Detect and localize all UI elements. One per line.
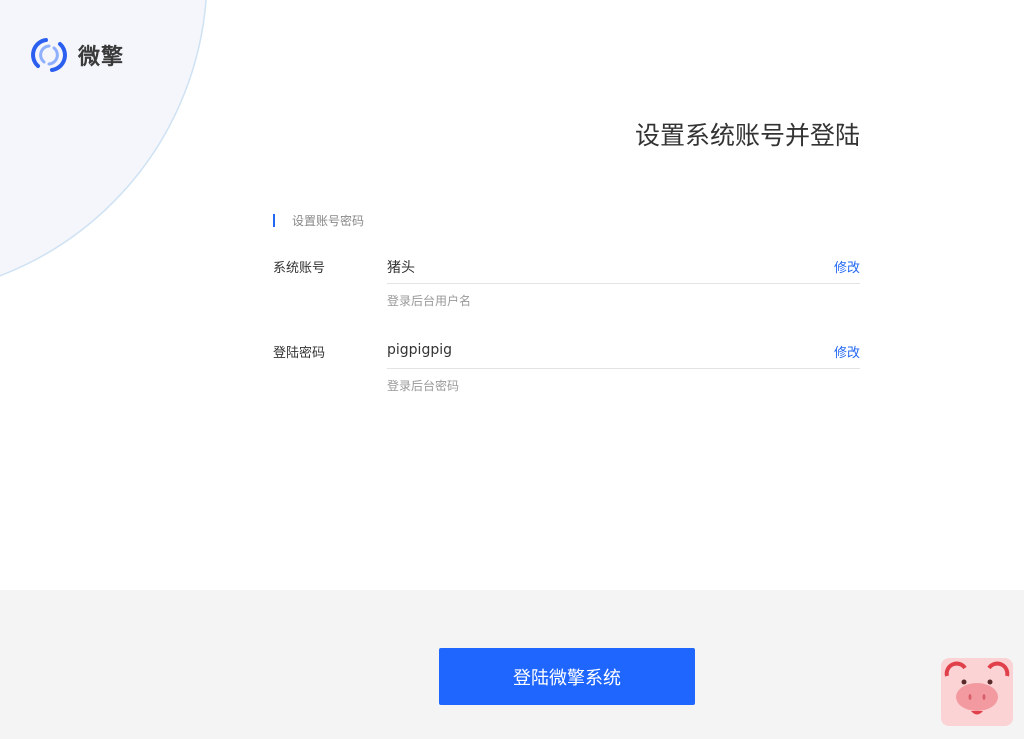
account-field: 系统账号 猪头 修改 登录后台用户名 <box>273 257 860 308</box>
field-hint: 登录后台用户名 <box>387 294 472 308</box>
field-value: 猪头 <box>387 260 415 276</box>
field-hint: 登录后台密码 <box>387 379 460 393</box>
swirl-logo-icon <box>31 38 67 72</box>
divider <box>387 368 860 369</box>
divider <box>387 283 860 284</box>
field-value: pigpigpig <box>387 342 452 358</box>
section-title: 设置账号密码 <box>292 214 365 228</box>
field-label: 系统账号 <box>273 261 326 276</box>
brand-name: 微擎 <box>78 45 125 70</box>
edit-password-link[interactable]: 修改 <box>834 342 860 361</box>
password-field: 登陆密码 pigpigpig 修改 登录后台密码 <box>273 342 860 393</box>
page-title: 设置系统账号并登陆 <box>634 121 860 150</box>
brand-logo: 微擎 <box>30 36 124 74</box>
section-accent-bar <box>273 214 275 227</box>
field-label: 登陆密码 <box>273 346 326 361</box>
pig-mascot-icon[interactable] <box>941 658 1013 726</box>
section-header: 设置账号密码 <box>273 212 364 229</box>
edit-account-link[interactable]: 修改 <box>834 257 860 276</box>
login-button[interactable]: 登陆微擎系统 <box>439 648 695 705</box>
